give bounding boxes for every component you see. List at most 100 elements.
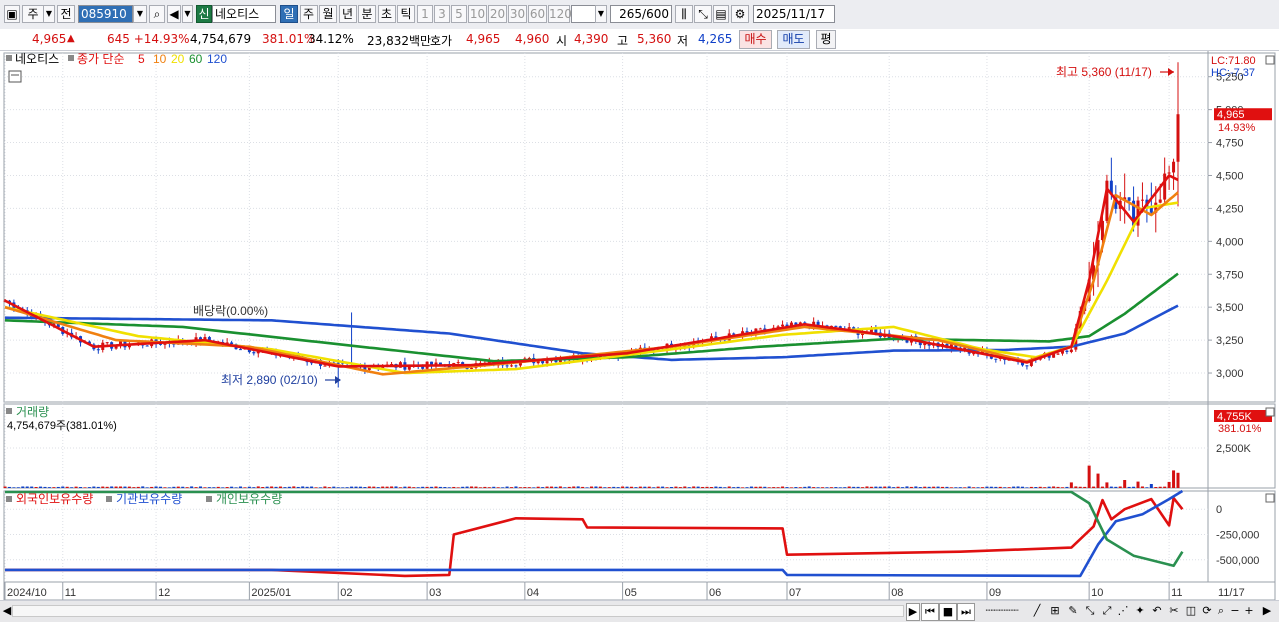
edit-icon[interactable]: ✎	[1066, 603, 1080, 619]
volume-bar-84	[376, 487, 380, 488]
scroll-right-icon[interactable]: ▶	[906, 603, 920, 621]
speaker-icon[interactable]: ◀	[167, 5, 181, 23]
draw-tool-icon[interactable]: ⤡	[694, 5, 712, 23]
current-price-tag: 4,965	[1217, 109, 1245, 121]
scroll-end-icon[interactable]: ▶	[1260, 603, 1274, 619]
chart-type-icon[interactable]: ◫	[1184, 603, 1198, 619]
fast-forward-icon[interactable]: ⏭	[957, 603, 975, 621]
date-field[interactable]: 2025/11/17	[753, 5, 835, 23]
volume-bar-131	[585, 487, 589, 488]
period-button-5[interactable]: 초	[377, 5, 396, 23]
volume-bar-147	[656, 486, 660, 488]
interval-button-1[interactable]: 3	[434, 5, 450, 23]
expand-icon[interactable]: ⤢	[1100, 603, 1114, 619]
period-button-3[interactable]: 년	[338, 5, 357, 23]
volume-bar-126	[563, 487, 567, 488]
volume-bar-130	[581, 486, 585, 488]
volume-bar-6	[30, 486, 34, 488]
x-tick-label-8: 06	[709, 587, 721, 599]
period-button-6[interactable]: 틱	[397, 5, 415, 23]
chevron-down-icon[interactable]: ▼	[133, 5, 147, 23]
x-tick-label-4: 02	[340, 587, 352, 599]
volume-bar-209	[932, 486, 936, 488]
scroll-left-icon[interactable]: ◀	[2, 603, 12, 619]
x-tick-label-12: 10	[1091, 587, 1103, 599]
pattern-icon[interactable]: ⋰	[1116, 603, 1130, 619]
prev-button[interactable]: 전	[57, 5, 75, 23]
volume-bar-50	[225, 487, 229, 488]
period-button-0[interactable]: 일	[280, 5, 298, 23]
chevron-down-icon[interactable]: ▼	[182, 5, 193, 23]
chart-scrollbar[interactable]: ◀ ▶ ⏮ ■ ⏭ ┈┈┈┈┈ ╱ ⊞ ✎ ⤡ ⤢ ⋰ ✦ ↶ ✂ ◫ ⟳ ⌕ …	[0, 600, 1279, 622]
zoom-slider[interactable]: ┈┈┈┈┈	[977, 603, 1027, 619]
scroll-track[interactable]	[12, 605, 904, 617]
interval-button-2[interactable]: 5	[451, 5, 467, 23]
save-icon[interactable]: ▤	[713, 5, 729, 23]
volume-bar-226	[1007, 487, 1011, 488]
interval-button-7[interactable]: 120	[548, 5, 572, 23]
volume-bar-95	[425, 486, 429, 488]
volume-bar-99	[443, 487, 447, 488]
eval-button[interactable]: 평	[816, 30, 836, 49]
gear-icon[interactable]: ⚙	[731, 5, 749, 23]
interval-button-6[interactable]: 60	[528, 5, 547, 23]
rewind-icon[interactable]: ⏮	[921, 603, 939, 621]
buy-button[interactable]: 매수	[739, 30, 772, 49]
grid-icon[interactable]: ⊞	[1048, 603, 1062, 619]
stock-chart[interactable]: 2024/10 11 12 2025/01 02 03 04 05 06 07 08 09 10 11 11…	[0, 51, 1279, 600]
shrink-icon[interactable]: ⤡	[1083, 603, 1097, 619]
interval-button-0[interactable]: 1	[417, 5, 433, 23]
interval-button-4[interactable]: 20	[488, 5, 507, 23]
volume-bar-42	[190, 486, 194, 488]
data-count-field[interactable]: 265/600	[610, 5, 672, 23]
stock-code-input[interactable]: 085910	[78, 5, 133, 23]
volume-bar-11	[52, 487, 56, 488]
search-icon[interactable]: ⌕	[149, 5, 165, 23]
volume-bar-93	[416, 487, 420, 488]
line-tool-icon[interactable]: ╱	[1030, 603, 1044, 619]
volume-bar-106	[474, 486, 478, 488]
current-price: 4,965	[32, 32, 67, 46]
volume-bar-190	[847, 486, 851, 488]
stop-icon[interactable]: ■	[939, 603, 957, 621]
volume-bar-239	[1065, 486, 1069, 488]
y-tick-label-8: 3,250	[1216, 335, 1244, 347]
volume-bar-97	[434, 486, 438, 488]
volume-bar-258	[1149, 484, 1153, 488]
volume-bar-66	[296, 486, 300, 488]
volume-bar-221	[985, 486, 989, 488]
tool-icon[interactable]: ✂	[1167, 603, 1181, 619]
window-menu-icon[interactable]: ▣	[4, 5, 20, 23]
volume-bar-146	[652, 487, 656, 488]
stock-name-field[interactable]: 네오티스	[212, 5, 276, 23]
settings-icon[interactable]: ✦	[1133, 603, 1147, 619]
chevron-down-icon[interactable]: ▼	[595, 5, 607, 23]
volume-bar-136	[607, 487, 611, 488]
chevron-down-icon[interactable]: ▼	[43, 5, 55, 23]
market-select[interactable]: 주	[22, 5, 44, 23]
interval-button-3[interactable]: 10	[468, 5, 487, 23]
volume-bar-89	[398, 487, 402, 488]
legend-ma-period-4: 120	[207, 52, 227, 66]
sell-button[interactable]: 매도	[777, 30, 810, 49]
period-button-1[interactable]: 주	[299, 5, 318, 23]
candle-type-icon[interactable]: ⫼	[675, 5, 693, 23]
sync-icon[interactable]: ⟳	[1200, 603, 1214, 619]
volume-bar-37	[167, 487, 171, 488]
volume-bar-250	[1114, 486, 1118, 488]
zoom-icon[interactable]: ⌕	[1214, 603, 1228, 619]
zoom-out-icon[interactable]: −	[1228, 603, 1242, 619]
period-button-4[interactable]: 분	[358, 5, 376, 23]
candle-body-114	[510, 365, 514, 367]
volume-bar-111	[496, 487, 500, 488]
volume-bar-58	[261, 487, 265, 488]
volume-bar-237	[1056, 486, 1060, 488]
zoom-in-icon[interactable]: +	[1242, 603, 1256, 619]
undo-icon[interactable]: ↶	[1150, 603, 1164, 619]
volume-bar-168	[749, 486, 753, 488]
interval-button-5[interactable]: 30	[508, 5, 527, 23]
period-button-2[interactable]: 월	[319, 5, 337, 23]
volume-bar-81	[363, 487, 367, 488]
min-annotation: 최저 2,890 (02/10)	[221, 373, 318, 387]
volume-bar-96	[430, 486, 434, 488]
